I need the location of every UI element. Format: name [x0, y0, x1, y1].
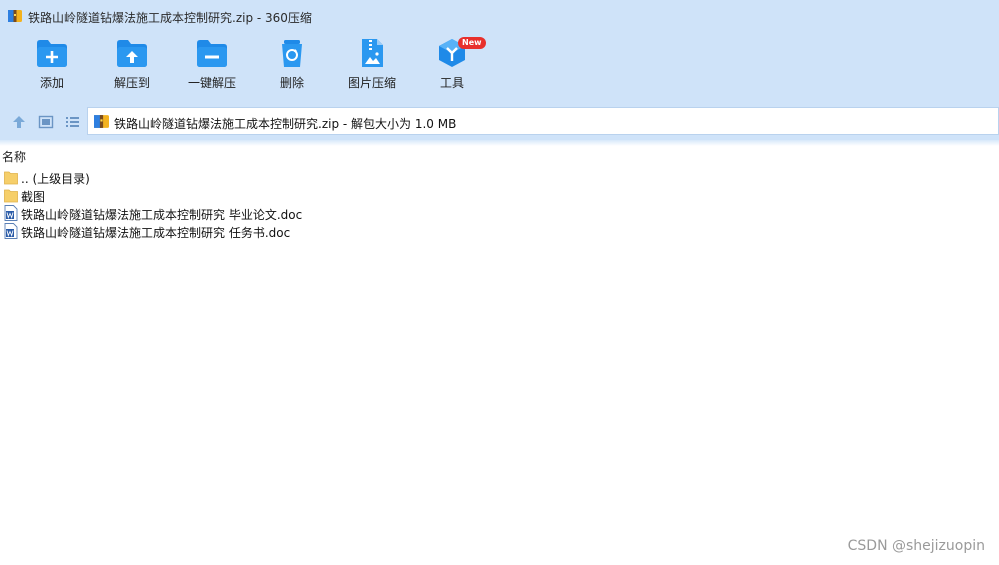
recycle-bin-icon [282, 40, 302, 67]
folder-icon [4, 189, 18, 203]
list-item-parent-directory[interactable]: .. (上级目录) [4, 168, 604, 186]
delete-button[interactable]: 删除 [252, 38, 332, 98]
address-bar[interactable]: 铁路山岭隧道钻爆法施工成本控制研究.zip - 解包大小为 1.0 MB [87, 107, 999, 135]
image-compress-icon [362, 39, 383, 67]
image-compress-label: 图片压缩 [347, 76, 396, 90]
list-item-folder[interactable]: 截图 [4, 186, 604, 204]
add-label: 添加 [39, 76, 64, 90]
watermark: CSDN @shejizuopin [847, 538, 985, 554]
one-click-extract-label: 一键解压 [187, 76, 236, 90]
archive-file-icon [94, 115, 109, 128]
list-view-icon[interactable] [64, 114, 80, 130]
file-name: .. (上级目录) [21, 172, 90, 186]
list-item-file[interactable]: 铁路山岭隧道钻爆法施工成本控制研究 任务书.doc [4, 222, 604, 240]
add-button[interactable]: 添加 [12, 38, 92, 98]
up-arrow-icon[interactable] [11, 114, 27, 130]
navigation-bar: 铁路山岭隧道钻爆法施工成本控制研究.zip - 解包大小为 1.0 MB [0, 104, 999, 140]
column-header-name[interactable]: 名称 [2, 148, 26, 165]
archive-app-icon [8, 10, 22, 22]
extract-to-label: 解压到 [113, 76, 150, 90]
file-name: 铁路山岭隧道钻爆法施工成本控制研究 毕业论文.doc [21, 208, 303, 222]
extract-to-icon [117, 40, 147, 67]
one-click-extract-icon [197, 40, 227, 67]
title-bar: 铁路山岭隧道钻爆法施工成本控制研究.zip - 360压缩 [0, 0, 999, 32]
header-divider [0, 140, 999, 146]
add-folder-icon [37, 40, 67, 67]
file-name: 铁路山岭隧道钻爆法施工成本控制研究 任务书.doc [21, 226, 291, 240]
new-badge: New [458, 37, 486, 49]
list-item-file[interactable]: 铁路山岭隧道钻爆法施工成本控制研究 毕业论文.doc [4, 204, 604, 222]
word-doc-icon [4, 223, 18, 239]
window-title: 铁路山岭隧道钻爆法施工成本控制研究.zip - 360压缩 [28, 11, 312, 25]
tools-button[interactable]: New 工具 [412, 37, 492, 98]
image-compress-button[interactable]: 图片压缩 [332, 38, 412, 98]
address-text: 铁路山岭隧道钻爆法施工成本控制研究.zip - 解包大小为 1.0 MB [114, 117, 457, 131]
thumbnail-view-icon[interactable] [38, 114, 54, 130]
file-name: 截图 [21, 190, 46, 204]
extract-to-button[interactable]: 解压到 [92, 38, 172, 98]
word-doc-icon [4, 205, 18, 221]
toolbar: 添加 解压到 一键解压 删除 图片压缩 New 工具 [0, 32, 999, 104]
folder-icon [4, 171, 18, 185]
file-list: .. (上级目录) 截图 铁路山岭隧道钻爆法施工成本控制研究 毕业论文.doc … [4, 168, 604, 240]
delete-label: 删除 [279, 76, 304, 90]
tools-label: 工具 [439, 76, 464, 90]
one-click-extract-button[interactable]: 一键解压 [172, 38, 252, 98]
